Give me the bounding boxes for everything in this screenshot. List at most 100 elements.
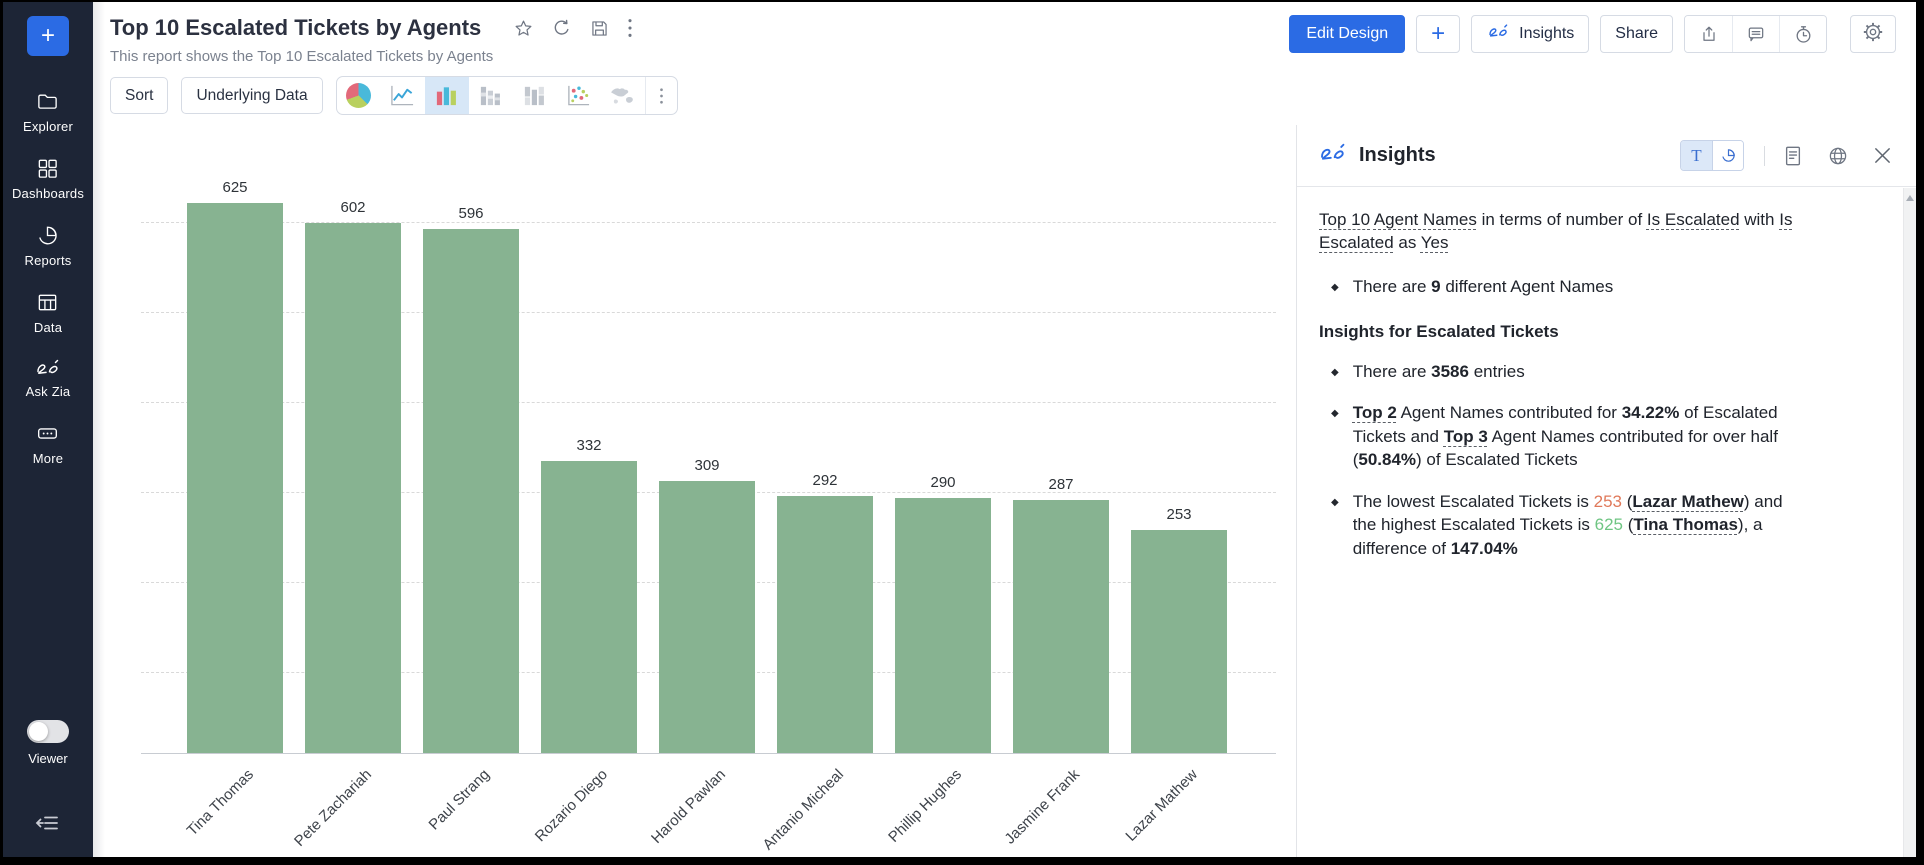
bar-value-label: 287 (1013, 476, 1109, 493)
chart-type-switcher (336, 76, 678, 115)
zia-icon (1486, 23, 1511, 45)
sidebar-item-label: Ask Zia (26, 384, 71, 399)
insights-section-heading: Insights for Escalated Tickets (1319, 320, 1806, 343)
sidebar-item-label: Dashboards (12, 186, 84, 201)
insight-term[interactable]: Top 2 (1353, 403, 1397, 422)
x-axis-label: Pete Zachariah (291, 766, 375, 850)
sidebar-item-explorer[interactable]: Explorer (23, 90, 73, 134)
comment-icon[interactable] (1732, 16, 1779, 52)
separator (1764, 146, 1765, 166)
sidebar-item-more[interactable]: More (33, 422, 63, 466)
insight-term[interactable]: Lazar Mathew (1632, 492, 1743, 511)
bar[interactable] (305, 223, 401, 753)
header-actions: Edit Design + Insights Share (1289, 15, 1896, 53)
insight-term[interactable]: Yes (1421, 233, 1449, 252)
refresh-icon[interactable] (551, 18, 572, 39)
insight-term[interactable]: Is Escalated (1647, 210, 1740, 229)
kebab-icon[interactable] (627, 17, 633, 39)
document-icon[interactable] (1783, 145, 1803, 167)
main-content: Top 10 Escalated Tickets by Agents (93, 2, 1916, 857)
bar-value-label: 290 (895, 474, 991, 491)
sort-button[interactable]: Sort (110, 77, 168, 114)
sidebar: + Explorer Dashboards Reports (3, 2, 93, 857)
x-axis-label: Harold Pawlan (648, 766, 729, 847)
bar-value-label: 292 (777, 472, 873, 489)
sidebar-item-reports[interactable]: Reports (25, 224, 72, 268)
collapse-sidebar-icon[interactable] (35, 812, 61, 839)
zia-icon (1318, 142, 1348, 169)
insights-button[interactable]: Insights (1471, 15, 1589, 53)
insight-term[interactable]: Agent Names (1374, 210, 1477, 229)
bar[interactable] (777, 496, 873, 753)
alarm-icon[interactable] (1779, 16, 1826, 52)
add-report-button[interactable]: + (1416, 15, 1460, 53)
line-chart-icon[interactable] (381, 77, 425, 114)
bar[interactable] (1131, 530, 1227, 753)
share-button[interactable]: Share (1600, 15, 1673, 53)
bar-value-label: 253 (1131, 506, 1227, 523)
bar-value-label: 596 (423, 205, 519, 222)
dashboards-icon (36, 157, 59, 180)
insights-panel-header: Insights T (1297, 125, 1916, 187)
sidebar-item-ask-zia[interactable]: Ask Zia (26, 358, 71, 399)
more-chart-types-icon[interactable] (645, 77, 677, 114)
insights-content: Top 10 Agent Names in terms of number of… (1297, 187, 1916, 857)
insights-button-label: Insights (1519, 25, 1574, 43)
export-icon[interactable] (1685, 16, 1732, 52)
bar[interactable] (1013, 500, 1109, 753)
viewer-mode-toggle[interactable] (27, 720, 69, 743)
viewer-label: Viewer (28, 751, 68, 766)
toggle-knob (29, 722, 48, 741)
folder-icon (36, 90, 59, 113)
data-icon (36, 291, 59, 314)
bar-chart-icon[interactable] (425, 77, 469, 114)
map-chart-icon[interactable] (601, 77, 645, 114)
insight-term[interactable]: Tina Thomas (1633, 515, 1738, 534)
zia-icon (35, 358, 61, 378)
save-icon[interactable] (589, 18, 610, 39)
underlying-data-button[interactable]: Underlying Data (181, 77, 322, 114)
star-icon[interactable] (513, 18, 534, 39)
x-axis-label: Antanio Micheal (760, 766, 847, 853)
insights-scrollbar[interactable] (1903, 188, 1916, 857)
globe-icon[interactable] (1827, 145, 1849, 167)
report-toolbar: Sort Underlying Data (93, 65, 1916, 125)
x-axis-label: Tina Thomas (184, 766, 257, 839)
sidebar-item-data[interactable]: Data (34, 291, 62, 335)
reports-icon (36, 224, 59, 247)
more-icon (36, 422, 59, 445)
gear-icon (1862, 21, 1884, 48)
bar[interactable] (187, 203, 283, 753)
waterfall-bar-icon[interactable] (513, 77, 557, 114)
bar-value-label: 625 (187, 179, 283, 196)
sidebar-item-label: Explorer (23, 119, 73, 134)
bubble-chart-icon[interactable] (557, 77, 601, 114)
sidebar-item-label: More (33, 451, 63, 466)
chart-view-button[interactable] (1712, 141, 1743, 170)
pie-chart-icon[interactable] (337, 77, 381, 114)
bar[interactable] (423, 229, 519, 753)
stacked-bar-icon[interactable] (469, 77, 513, 114)
close-icon[interactable] (1873, 146, 1892, 165)
bar[interactable] (541, 461, 637, 753)
report-header: Top 10 Escalated Tickets by Agents (93, 2, 1916, 65)
insight-term[interactable]: Top 10 (1319, 210, 1370, 229)
insight-term[interactable]: Top 3 (1444, 427, 1488, 446)
sidebar-nav: Explorer Dashboards Reports Data (12, 90, 84, 466)
bar[interactable] (895, 498, 991, 753)
app-window: + Explorer Dashboards Reports (0, 0, 1924, 865)
text-view-label: T (1691, 146, 1701, 166)
settings-button[interactable] (1850, 15, 1896, 53)
insights-panel: Insights T (1296, 125, 1916, 857)
edit-design-button[interactable]: Edit Design (1289, 15, 1405, 53)
scroll-up-arrow[interactable] (1906, 195, 1914, 201)
x-axis-label: Jasmine Frank (1001, 766, 1083, 848)
create-new-button[interactable]: + (27, 16, 69, 56)
sidebar-item-label: Data (34, 320, 62, 335)
bar-value-label: 602 (305, 199, 401, 216)
insight-bullet: Top 2 Agent Names contributed for 34.22%… (1331, 401, 1806, 471)
sidebar-item-dashboards[interactable]: Dashboards (12, 157, 84, 201)
chart-plot-area: 625602596332309292290287253 (141, 134, 1276, 754)
bar[interactable] (659, 481, 755, 753)
text-view-button[interactable]: T (1681, 141, 1712, 170)
